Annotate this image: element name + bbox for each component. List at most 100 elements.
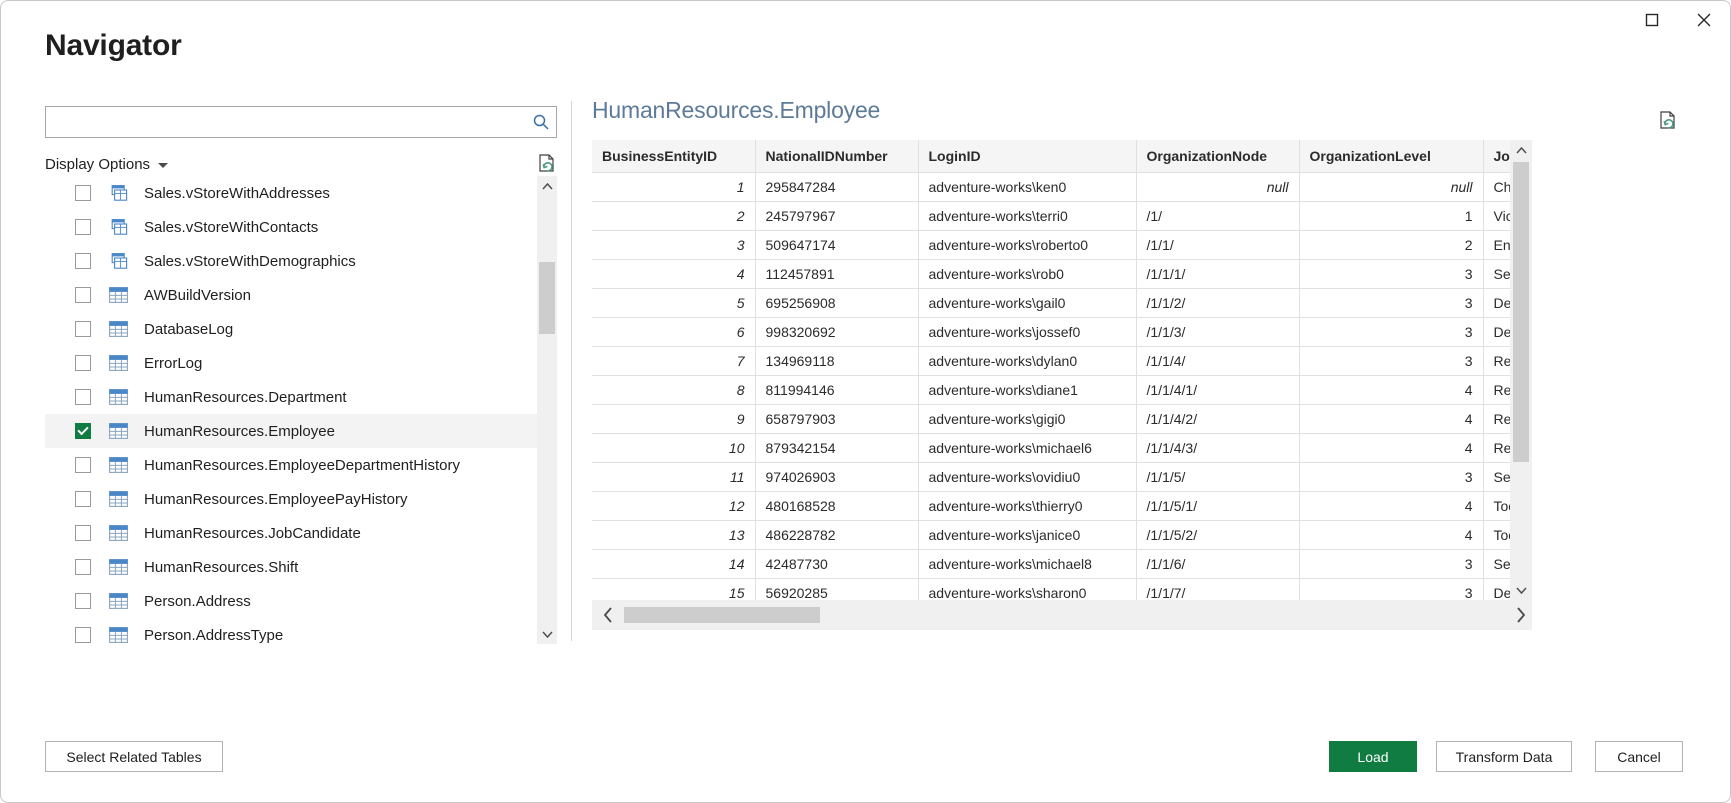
search-box[interactable] bbox=[45, 106, 557, 138]
list-scrollbar-thumb[interactable] bbox=[539, 262, 555, 334]
close-icon[interactable] bbox=[1678, 1, 1730, 39]
table-row[interactable]: 4 112457891 adventure-works\rob0/1/1/1/3 Se… bbox=[592, 259, 1510, 289]
checkbox[interactable] bbox=[75, 219, 91, 235]
list-item[interactable]: ErrorLog bbox=[45, 346, 537, 380]
column-header[interactable]: LoginID bbox=[918, 140, 1137, 173]
grid-scroll-down-icon[interactable] bbox=[1510, 580, 1532, 600]
checkbox[interactable] bbox=[75, 559, 91, 575]
checkbox[interactable] bbox=[75, 287, 91, 303]
cancel-button[interactable]: Cancel bbox=[1595, 741, 1683, 772]
preview-refresh-icon[interactable] bbox=[1656, 109, 1678, 131]
table-cell: Desig bbox=[1483, 288, 1510, 318]
table-cell: 4 bbox=[1299, 375, 1484, 405]
table-cell: Engin bbox=[1483, 230, 1510, 260]
table-cell: 2 bbox=[592, 201, 756, 231]
display-options-button[interactable]: Display Options bbox=[45, 156, 169, 173]
table-row[interactable]: 13 486228782 adventure-works\janice0/1/1/5… bbox=[592, 520, 1510, 550]
list-item-label: HumanResources.Shift bbox=[144, 558, 299, 576]
object-list-scroll[interactable]: Sales.vStoreWithAddresses Sales.vStoreWit… bbox=[45, 176, 537, 644]
table-row[interactable]: 6 998320692 adventure-works\jossef0/1/1/3/… bbox=[592, 317, 1510, 347]
checkbox[interactable] bbox=[75, 185, 91, 201]
checkbox[interactable] bbox=[75, 253, 91, 269]
list-item[interactable]: Sales.vStoreWithContacts bbox=[45, 210, 537, 244]
list-vertical-scrollbar[interactable] bbox=[537, 176, 557, 644]
table-cell: Chief bbox=[1483, 172, 1510, 202]
checkbox[interactable] bbox=[75, 457, 91, 473]
checkbox[interactable] bbox=[75, 593, 91, 609]
grid-scroll-right-icon[interactable] bbox=[1510, 600, 1532, 630]
table-icon bbox=[109, 559, 128, 575]
table-row[interactable]: 14 42487730 adventure-works\michael8/1/1/6… bbox=[592, 549, 1510, 579]
column-header[interactable]: OrganizationNode bbox=[1136, 140, 1300, 173]
checkbox[interactable] bbox=[75, 423, 91, 439]
table-cell: 11 bbox=[592, 462, 756, 492]
list-item[interactable]: HumanResources.EmployeePayHistory bbox=[45, 482, 537, 516]
table-row[interactable]: 1 295847284 adventure-works\ken0 null null Ch… bbox=[592, 172, 1510, 202]
table-row[interactable]: 5 695256908 adventure-works\gail0/1/1/2/3 D… bbox=[592, 288, 1510, 318]
table-cell: 8 bbox=[592, 375, 756, 405]
table-icon bbox=[109, 287, 128, 303]
list-item-label: HumanResources.EmployeeDepartmentHistory bbox=[144, 456, 460, 474]
column-header[interactable]: BusinessEntityID bbox=[592, 140, 756, 173]
list-item[interactable]: Sales.vStoreWithAddresses bbox=[45, 176, 537, 210]
search-input[interactable] bbox=[46, 107, 526, 137]
table-cell: 15 bbox=[592, 578, 756, 600]
checkbox[interactable] bbox=[75, 321, 91, 337]
search-icon[interactable] bbox=[526, 107, 556, 137]
column-header[interactable]: OrganizationLevel bbox=[1299, 140, 1484, 173]
grid-hscrollbar-thumb[interactable] bbox=[624, 607, 820, 623]
table-row[interactable]: 9 658797903 adventure-works\gigi0/1/1/4/2/… bbox=[592, 404, 1510, 434]
grid-vertical-scrollbar[interactable] bbox=[1510, 140, 1532, 600]
scroll-up-icon[interactable] bbox=[537, 176, 557, 196]
list-item[interactable]: Person.AddressType bbox=[45, 618, 537, 644]
preview-grid-viewport: BusinessEntityID NationalIDNumber LoginID O… bbox=[592, 140, 1510, 600]
grid-horizontal-scrollbar[interactable] bbox=[592, 600, 1510, 630]
table-row[interactable]: 7 134969118 adventure-works\dylan0/1/1/4/3… bbox=[592, 346, 1510, 376]
table-row[interactable]: 10 879342154 adventure-works\michael6/1/1/… bbox=[592, 433, 1510, 463]
grid-scrollbar-thumb[interactable] bbox=[1513, 162, 1529, 462]
list-item[interactable]: DatabaseLog bbox=[45, 312, 537, 346]
list-item[interactable]: HumanResources.Department bbox=[45, 380, 537, 414]
table-cell: Desig bbox=[1483, 578, 1510, 600]
checkbox[interactable] bbox=[75, 525, 91, 541]
table-cell: 3 bbox=[1299, 259, 1484, 289]
list-item[interactable]: HumanResources.Shift bbox=[45, 550, 537, 584]
grid-scroll-up-icon[interactable] bbox=[1510, 140, 1532, 160]
table-row[interactable]: 2245797967adventure-works\terri0/1/1Vice… bbox=[592, 201, 1510, 231]
table-cell: adventure-works\roberto0 bbox=[918, 230, 1137, 260]
checkbox[interactable] bbox=[75, 491, 91, 507]
table-row[interactable]: 15 56920285 adventure-works\sharon0/1/1/7/… bbox=[592, 578, 1510, 600]
table-cell: 486228782 bbox=[755, 520, 919, 550]
table-icon bbox=[109, 321, 128, 337]
table-cell: /1/1/ bbox=[1136, 230, 1300, 260]
list-item[interactable]: HumanResources.EmployeeDepartmentHistory bbox=[45, 448, 537, 482]
list-item[interactable]: Person.Address bbox=[45, 584, 537, 618]
transform-data-button[interactable]: Transform Data bbox=[1436, 741, 1572, 772]
object-list: Sales.vStoreWithAddresses Sales.vStoreWit… bbox=[45, 176, 557, 644]
table-cell: 4 bbox=[1299, 491, 1484, 521]
table-cell: /1/1/2/ bbox=[1136, 288, 1300, 318]
list-item[interactable]: Sales.vStoreWithDemographics bbox=[45, 244, 537, 278]
scroll-down-icon[interactable] bbox=[537, 624, 557, 644]
column-header[interactable]: JobTitle bbox=[1483, 140, 1510, 173]
table-row[interactable]: 11 974026903 adventure-works\ovidiu0/1/1/5… bbox=[592, 462, 1510, 492]
checkbox[interactable] bbox=[75, 627, 91, 643]
table-cell: 480168528 bbox=[755, 491, 919, 521]
display-options-row: Display Options bbox=[45, 151, 557, 177]
refresh-preview-icon[interactable] bbox=[535, 152, 557, 174]
list-item[interactable]: AWBuildVersion bbox=[45, 278, 537, 312]
checkbox[interactable] bbox=[75, 389, 91, 405]
column-header[interactable]: NationalIDNumber bbox=[755, 140, 919, 173]
table-row[interactable]: 3 509647174 adventure-works\roberto0/1/1/2… bbox=[592, 230, 1510, 260]
table-cell: Desig bbox=[1483, 317, 1510, 347]
checkbox[interactable] bbox=[75, 355, 91, 371]
list-item-label: DatabaseLog bbox=[144, 320, 234, 338]
list-item[interactable]: HumanResources.JobCandidate bbox=[45, 516, 537, 550]
select-related-tables-button[interactable]: Select Related Tables bbox=[45, 741, 223, 772]
table-row[interactable]: 12 480168528 adventure-works\thierry0/1/1/… bbox=[592, 491, 1510, 521]
list-item[interactable]: HumanResources.Employee bbox=[45, 414, 537, 448]
maximize-icon[interactable] bbox=[1626, 1, 1678, 39]
table-row[interactable]: 8 811994146 adventure-works\diane1/1/1/4/1… bbox=[592, 375, 1510, 405]
load-button[interactable]: Load bbox=[1329, 741, 1417, 772]
grid-scroll-left-icon[interactable] bbox=[592, 600, 624, 630]
